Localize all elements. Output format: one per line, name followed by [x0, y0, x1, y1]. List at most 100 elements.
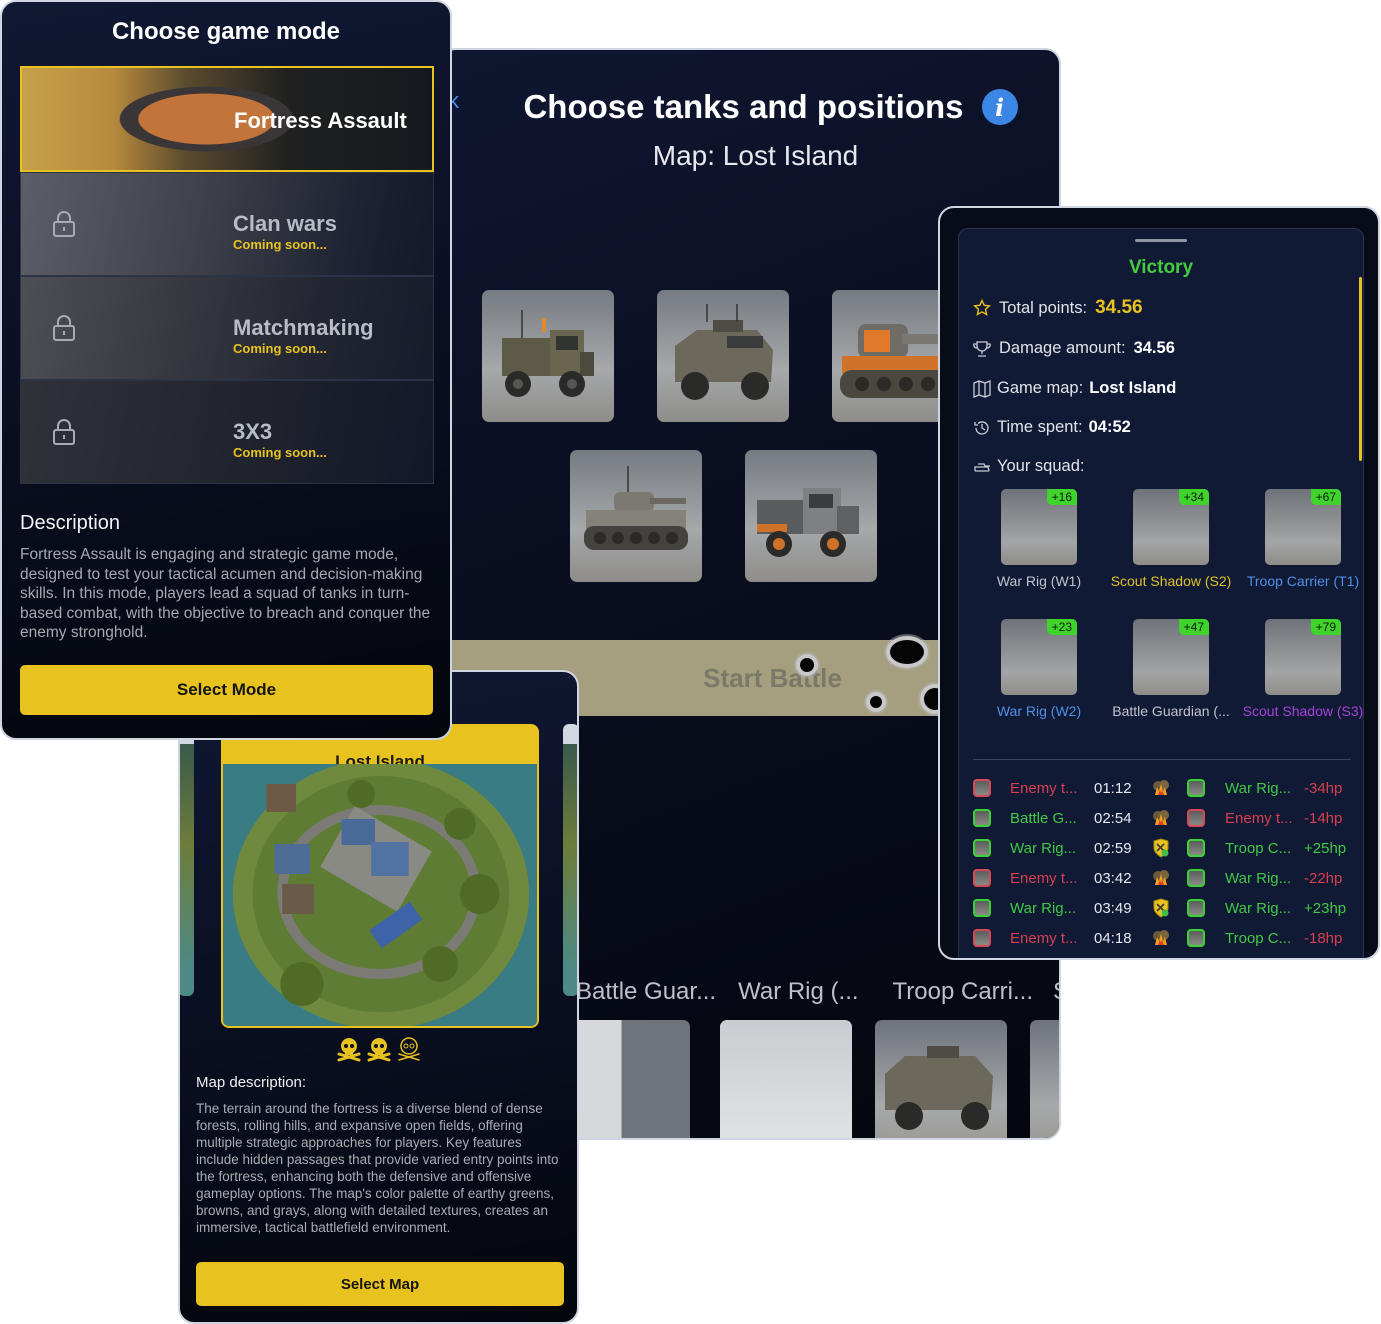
damage-label: Damage amount:	[999, 339, 1126, 357]
coming-soon-label: Coming soon...	[233, 445, 327, 460]
tank-slot-scout-shadow[interactable]	[1030, 1020, 1059, 1138]
target-tank-icon	[1187, 929, 1205, 947]
attacker-tank-icon	[973, 959, 991, 960]
title-row: Choose tanks and positions i	[442, 88, 1059, 126]
mode-image	[21, 381, 433, 483]
squad-member[interactable]: +79 Scout Shadow (S3)	[1237, 619, 1369, 720]
mode-card-fortress-assault[interactable]: Fortress Assault	[20, 66, 434, 172]
map-description: The terrain around the fortress is a div…	[196, 1101, 559, 1235]
hp-change: +23hp	[1304, 899, 1347, 917]
tank-option-battle-guardian[interactable]	[570, 450, 702, 582]
squad-member-name: War Rig (W2)	[996, 703, 1082, 719]
previous-map-card[interactable]	[180, 724, 194, 996]
squad-member-name: Scout Shadow (S3)	[1242, 703, 1364, 719]
lock-icon	[53, 315, 75, 341]
attacker-name: War Rig...	[1010, 839, 1077, 857]
mode-card-3x3[interactable]: 3X3 Coming soon...	[20, 380, 434, 484]
mode-description: Fortress Assault is engaging and strateg…	[20, 546, 431, 641]
attacker-name: Enemy t...	[1010, 779, 1078, 797]
target-name: Troop C...	[1225, 929, 1292, 947]
tank-thumbnail: +16	[1001, 489, 1077, 565]
game-map-value: Lost Island	[1089, 379, 1177, 397]
coming-soon-label: Coming soon...	[233, 237, 327, 252]
battle-log-row: Enemy t... 03:42 War Rig... -22hp	[973, 868, 1353, 898]
squad-member[interactable]: +47 Battle Guardian (...	[1105, 619, 1237, 720]
points-badge: +67	[1310, 489, 1341, 505]
attacker-tank-icon	[973, 809, 991, 827]
skull-icon-filled	[367, 1038, 390, 1062]
event-time: 01:12	[1094, 779, 1132, 797]
event-time: 04:18	[1094, 929, 1132, 947]
points-badge: +34	[1178, 489, 1209, 505]
squad-member[interactable]: +16 War Rig (W1)	[973, 489, 1105, 590]
battle-results-screen: Victory Total points: 34.56 Damage amoun…	[938, 206, 1380, 960]
target-tank-icon	[1187, 779, 1205, 797]
total-points-label: Total points:	[999, 298, 1088, 317]
info-icon[interactable]: i	[981, 89, 1018, 125]
mode-image	[21, 173, 433, 275]
trophy-icon	[973, 340, 991, 357]
target-tank-icon	[1187, 869, 1205, 887]
explosion-icon	[1151, 778, 1171, 798]
tank-option-troop-carrier[interactable]	[657, 290, 789, 422]
squad-label: Your squad:	[997, 457, 1085, 475]
squad-member[interactable]: +67 Troop Carrier (T1)	[1237, 489, 1369, 590]
lock-icon	[53, 211, 75, 237]
total-points-row: Total points: 34.56	[973, 297, 1143, 319]
squad-member-name: Battle Guardian (...	[1112, 703, 1230, 719]
tank-name: Troop Carri...	[892, 978, 1034, 1005]
explosion-icon	[1151, 928, 1171, 948]
time-spent-label: Time spent:	[997, 418, 1083, 436]
mode-card-clan-wars[interactable]: Clan wars Coming soon...	[20, 172, 434, 276]
attacker-name: War Rig...	[1010, 899, 1077, 917]
bullet-hole-decoration	[800, 658, 814, 672]
drag-handle[interactable]	[1135, 239, 1187, 242]
hp-change: -22hp	[1304, 869, 1343, 887]
squad-member-name: Troop Carrier (T1)	[1246, 573, 1360, 589]
attacker-name: Battle G...	[1010, 809, 1077, 827]
mode-card-matchmaking[interactable]: Matchmaking Coming soon...	[20, 276, 434, 380]
map-card-selected[interactable]: Lost Island	[221, 724, 539, 1028]
explosion-icon	[1151, 868, 1171, 888]
target-name: War Rig...	[1225, 899, 1292, 917]
tank-name: War Rig (...	[738, 978, 859, 1005]
tank-thumbnail: +79	[1265, 619, 1341, 695]
squad-member[interactable]: +23 War Rig (W2)	[973, 619, 1105, 720]
next-map-card[interactable]	[563, 724, 577, 996]
squad-member[interactable]: +34 Scout Shadow (S2)	[1105, 489, 1237, 590]
select-map-button[interactable]: Select Map	[196, 1262, 564, 1306]
tank-slot-battle-guardian[interactable]	[568, 1020, 690, 1138]
tank-slot-troop-carrier[interactable]	[875, 1020, 1007, 1138]
scrollbar-thumb[interactable]	[1359, 277, 1362, 461]
event-time: 03:49	[1094, 899, 1132, 917]
hp-change: -14hp	[1304, 809, 1343, 827]
tank-name-strip: Battle Guar... War Rig (... Troop Carri.…	[576, 978, 1059, 1006]
game-mode-list: Fortress Assault Clan wars Coming soon..…	[20, 66, 434, 484]
page-title: Choose game mode	[111, 18, 341, 45]
map-icon	[973, 379, 991, 398]
squad-heading-row: Your squad:	[973, 457, 1084, 476]
total-points-value: 34.56	[1095, 297, 1143, 318]
select-mode-button[interactable]: Select Mode	[20, 665, 433, 715]
hp-change: +25hp	[1304, 839, 1347, 857]
tank-option-war-rig-2[interactable]	[745, 450, 877, 582]
battle-log-row: War Rig... 03:49 War Rig... +23hp	[973, 898, 1353, 928]
map-preview-image	[223, 759, 537, 1026]
page-title: Choose tanks and positions	[523, 88, 964, 125]
battle-log-row: Enemy t... 01:12 War Rig... -34hp	[973, 778, 1353, 808]
target-tank-icon	[1187, 839, 1205, 857]
hp-change: -34hp	[1304, 779, 1343, 797]
damage-value: 34.56	[1133, 339, 1175, 357]
divider	[973, 759, 1351, 760]
mode-name: Matchmaking	[233, 315, 374, 340]
points-badge: +23	[1046, 619, 1077, 635]
tank-icon	[974, 462, 990, 472]
apc-icon	[885, 1046, 993, 1130]
tank-option-war-rig[interactable]	[482, 290, 614, 422]
attacker-name: Enemy t...	[1010, 869, 1078, 887]
tank-name: Sco	[1053, 978, 1059, 1006]
truck-icon	[757, 488, 859, 557]
event-time: 02:59	[1094, 839, 1132, 857]
time-spent-value: 04:52	[1088, 418, 1131, 436]
tank-slot-war-rig[interactable]	[720, 1020, 852, 1138]
